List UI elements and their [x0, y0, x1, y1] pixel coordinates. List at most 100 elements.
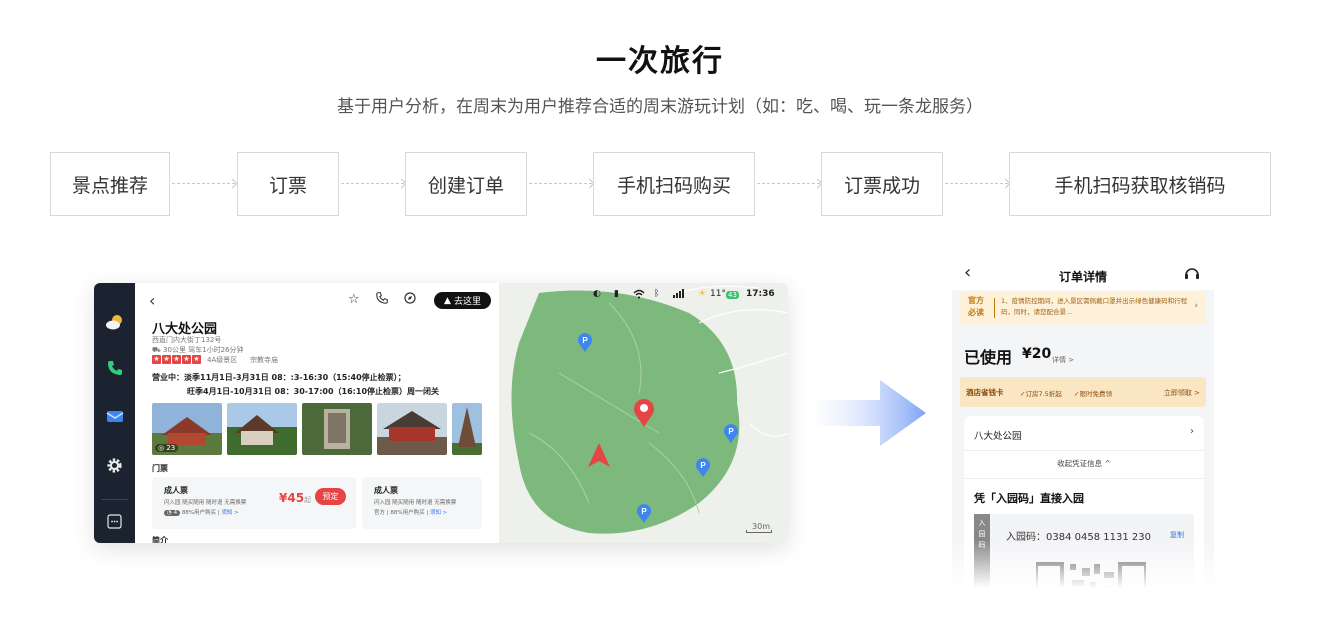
hotel-card-name: 酒店省钱卡: [966, 388, 1004, 397]
back-chevron-icon[interactable]: ‹: [149, 291, 155, 310]
notice-text: 1、疫情防控期间，进入景区需佩戴口罩并出示绿色健康码和行程码，同时，请您配合景.…: [1001, 297, 1188, 316]
ticket-tags: 闪入园 随买随用 随时退 无需换票: [164, 500, 247, 506]
gear-icon[interactable]: [104, 455, 125, 476]
ticket-section-title: 门票: [152, 464, 168, 473]
phone-bottom-fade: [952, 540, 1214, 588]
message-icon[interactable]: [104, 405, 125, 426]
transition-arrow-icon: [818, 380, 926, 446]
apps-grid-icon[interactable]: [104, 511, 125, 532]
temperature: 11°: [710, 289, 726, 299]
car-icon: ⛟: [152, 346, 164, 354]
ticket-name: 成人票: [164, 486, 188, 495]
poi-photo[interactable]: [452, 403, 482, 455]
current-location-arrow-icon: [588, 443, 610, 471]
chevron-right-icon: ›: [1190, 426, 1194, 437]
poi-photo[interactable]: [302, 403, 372, 455]
order-detail-link[interactable]: 详情 >: [1052, 355, 1074, 365]
parking-marker[interactable]: P: [636, 503, 652, 527]
customer-service-icon[interactable]: [1184, 266, 1200, 286]
phone-screen: ‹ 订单详情 官方必读 1、疫情防控期间，进入景区需佩戴口罩并出示绿色健康码和行…: [952, 258, 1214, 588]
signal-icon: [673, 289, 685, 301]
brightness-icon: ◐: [593, 289, 601, 299]
rating-stars: ★ ★ ★ ★ ★: [152, 355, 201, 364]
poi-distance: ⛟ 30公里 驾车1小时26分钟: [152, 346, 244, 354]
ticket-card[interactable]: 成人票 闪入园 随买随用 随时退 无需换票 官方 | 88%用户购买 | 须知 …: [362, 477, 482, 529]
hotel-card-banner[interactable]: 酒店省钱卡 ✓订房7.5折起 ✓限时免费领 立即领取 >: [960, 377, 1206, 407]
divider: [964, 450, 1204, 451]
star-filled-icon: ★: [152, 355, 161, 364]
hotel-feature: ✓限时免费领: [1074, 390, 1112, 398]
ticket-tags: 闪入园 随买随用 随时退 无需换票: [374, 500, 457, 506]
destination-pin-icon[interactable]: [633, 397, 655, 431]
official-notice-bar[interactable]: 官方必读 1、疫情防控期间，进入景区需佩戴口罩并出示绿色健康码和行程码，同时，请…: [960, 292, 1206, 324]
go-here-button[interactable]: ▲ 去这里: [434, 292, 491, 309]
chevron-right-icon: ›: [1194, 301, 1198, 311]
flow-arrow: [529, 183, 592, 184]
flow-step-order: 创建订单: [405, 152, 527, 216]
compass-icon[interactable]: [404, 292, 416, 308]
phone-icon[interactable]: [104, 357, 125, 378]
car-sidebar: [94, 283, 135, 543]
copy-code-button[interactable]: 复制: [1170, 530, 1184, 540]
photo-count-badge: ◎ 23: [155, 444, 179, 452]
weather-icon[interactable]: [104, 311, 125, 332]
order-detail-title: 订单详情: [1058, 270, 1107, 284]
flow-step-ticket: 订票: [237, 152, 339, 216]
flow-step-recommend: 景点推荐: [50, 152, 170, 216]
parking-label: P: [582, 336, 588, 345]
star-filled-icon: ★: [172, 355, 181, 364]
book-button[interactable]: 预定: [315, 488, 346, 505]
bluetooth-icon: ᛒ: [654, 289, 660, 299]
flow-step-success: 订票成功: [821, 152, 943, 216]
parking-marker[interactable]: P: [723, 423, 739, 447]
parking-label: P: [728, 427, 734, 436]
map-view[interactable]: ◐ ▮ ᛒ ☀ 11° 43 17:36 P P P P 30m: [499, 283, 788, 543]
opening-hours-line1: 营业中：淡季11月1日-3月31日 08：:3-16:30（15:40停止检票）…: [152, 373, 406, 382]
page-title: 一次旅行: [596, 44, 724, 79]
sidebar-divider: [101, 499, 128, 500]
parking-marker[interactable]: P: [695, 457, 711, 481]
map-scale-bar: [746, 530, 772, 533]
flow-step-scan-buy: 手机扫码购买: [593, 152, 755, 216]
poi-address: 西直门内大街丁132号: [152, 336, 222, 344]
sun-icon: ☀: [698, 289, 707, 299]
parking-label: P: [641, 507, 647, 516]
buyer-count-badge: ◔ 4: [164, 510, 181, 516]
call-icon[interactable]: [376, 292, 388, 308]
aqi-badge: 43: [726, 291, 739, 299]
voucher-poi-name[interactable]: 八大处公园: [974, 428, 1022, 442]
poi-photo[interactable]: [377, 403, 447, 455]
clock: 17:36: [746, 289, 775, 299]
flow-arrow: [945, 183, 1008, 184]
poi-detail-panel: ‹ ☆ ▲ 去这里 八大处公园 西直门内大街丁132号 ⛟ 30公里 驾车1小时…: [135, 283, 499, 543]
ticket-meta: ◔ 4 88%用户购买 | 须知 >: [164, 508, 239, 516]
flow-arrow: [757, 183, 820, 184]
flow-step-scan-code: 手机扫码获取核销码: [1009, 152, 1271, 216]
image-icon: ◎: [158, 444, 165, 452]
phone-header: ‹ 订单详情: [952, 258, 1214, 290]
poi-photo[interactable]: ◎ 23: [152, 403, 222, 455]
hotel-claim-button[interactable]: 立即领取 >: [1164, 388, 1200, 398]
divider: [964, 478, 1204, 479]
battery-icon: ▮: [614, 289, 619, 299]
intro-section-title: 简介: [152, 536, 168, 543]
ticket-card[interactable]: 成人票 闪入园 随买随用 随时退 无需换票 ◔ 4 88%用户购买 | 须知 >…: [152, 477, 356, 529]
wifi-icon: [633, 289, 645, 302]
star-icon[interactable]: ☆: [348, 292, 360, 307]
star-filled-icon: ★: [192, 355, 201, 364]
opening-hours-line2: 旺季4月1日-10月31日 08：30-17:00（16:10停止检票）周一闭关: [187, 387, 440, 396]
car-screen: ‹ ☆ ▲ 去这里 八大处公园 西直门内大街丁132号 ⛟ 30公里 驾车1小时…: [94, 283, 788, 543]
parking-label: P: [700, 461, 706, 470]
flow-arrow: [341, 183, 404, 184]
poi-photo[interactable]: [227, 403, 297, 455]
collapse-voucher-toggle[interactable]: 收起凭证信息 ^: [964, 458, 1204, 469]
go-here-label: 去这里: [453, 297, 481, 307]
ticket-notice-link[interactable]: 须知 >: [430, 510, 447, 516]
notice-divider: [994, 298, 995, 318]
ticket-price: ¥45起: [279, 491, 312, 505]
parking-marker[interactable]: P: [577, 332, 593, 356]
flow-arrow: [172, 183, 235, 184]
poi-category: 宗教寺庙: [250, 356, 278, 364]
ticket-meta: 官方 | 88%用户购买 | 须知 >: [374, 510, 448, 516]
ticket-notice-link[interactable]: 须知 >: [221, 510, 238, 516]
